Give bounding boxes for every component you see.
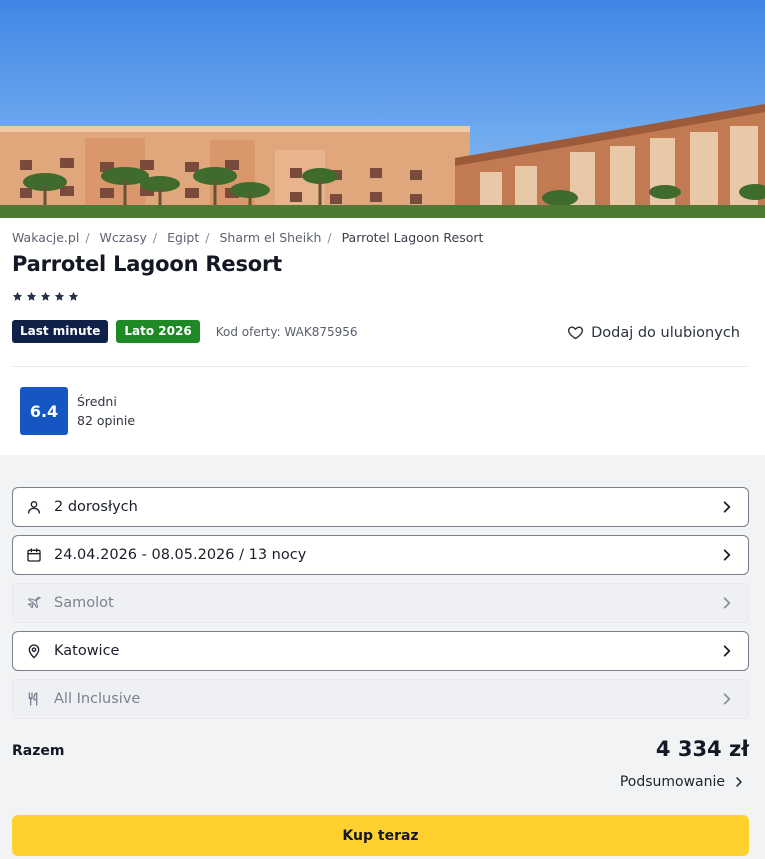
hotel-stars: [12, 291, 79, 302]
chevron-right-icon: [723, 549, 731, 561]
total-price: 4 334 zł: [655, 737, 749, 761]
star-icon: [26, 291, 37, 301]
total-label: Razem: [12, 743, 65, 759]
season-badge: Lato 2026: [116, 320, 200, 343]
departure-value: Katowice: [54, 643, 120, 659]
heart-icon: [568, 326, 584, 340]
add-to-favorites-button[interactable]: Dodaj do ulubionych: [567, 324, 740, 341]
chevron-right-icon: [736, 777, 742, 787]
dates-selector[interactable]: 24.04.2026 - 08.05.2026 / 13 nocy: [12, 535, 749, 575]
breadcrumb-current: Parrotel Lagoon Resort: [341, 230, 484, 245]
star-icon: [68, 291, 79, 301]
favorites-label: Dodaj do ulubionych: [591, 324, 740, 341]
hotel-title: Parrotel Lagoon Resort: [12, 252, 282, 276]
hotel-hero-image[interactable]: [0, 0, 765, 218]
person-icon: [28, 501, 40, 514]
board-selector[interactable]: All Inclusive: [12, 679, 749, 719]
dates-value: 24.04.2026 - 08.05.2026 / 13 nocy: [54, 547, 307, 563]
chevron-right-icon: [723, 693, 731, 705]
last-minute-badge: Last minute: [12, 320, 109, 343]
breadcrumb-item[interactable]: Wczasy: [100, 230, 147, 245]
transport-selector[interactable]: Samolot: [12, 583, 749, 623]
travelers-value: 2 dorosłych: [54, 499, 138, 515]
breadcrumb-item[interactable]: Sharm el Sheikh: [219, 230, 321, 245]
chevron-right-icon: [723, 501, 731, 513]
buy-now-button[interactable]: Kup teraz: [12, 815, 749, 856]
hotel-photo: [0, 0, 765, 218]
chevron-right-icon: [723, 645, 731, 657]
transport-value: Samolot: [54, 595, 114, 611]
location-pin-icon: [28, 644, 40, 659]
star-icon: [12, 291, 23, 301]
cutlery-icon: [28, 692, 38, 706]
rating-reviews-count: 82 opinie: [77, 413, 136, 428]
breadcrumb: Wakacje.pl / Wczasy / Egipt / Sharm el Shei…: [12, 230, 484, 245]
summary-label: Podsumowanie: [619, 774, 725, 790]
booking-panel: 2 dorosłych 24.04.2026 - 08.05.2026 / 13…: [0, 455, 765, 859]
summary-link[interactable]: Podsumowanie: [620, 774, 745, 790]
rating-score: 6.4: [20, 387, 68, 435]
offer-badges: Last minute Lato 2026 Kod oferty: WAK875…: [12, 320, 358, 343]
rating-label: Średni: [77, 394, 117, 409]
calendar-icon: [27, 548, 41, 562]
offer-code: Kod oferty: WAK875956: [215, 324, 358, 339]
breadcrumb-item[interactable]: Egipt: [167, 230, 199, 245]
travelers-selector[interactable]: 2 dorosłych: [12, 487, 749, 527]
star-icon: [40, 291, 51, 301]
divider: [12, 366, 748, 367]
chevron-right-icon: [723, 597, 731, 609]
star-icon: [54, 291, 65, 301]
departure-selector[interactable]: Katowice: [12, 631, 749, 671]
breadcrumb-item[interactable]: Wakacje.pl: [12, 230, 79, 245]
hotel-header: Wakacje.pl / Wczasy / Egipt / Sharm el Shei…: [0, 218, 765, 455]
plane-icon: [27, 596, 41, 609]
board-value: All Inclusive: [54, 691, 141, 707]
rating-block[interactable]: 6.4 Średni 82 opinie: [20, 387, 135, 435]
